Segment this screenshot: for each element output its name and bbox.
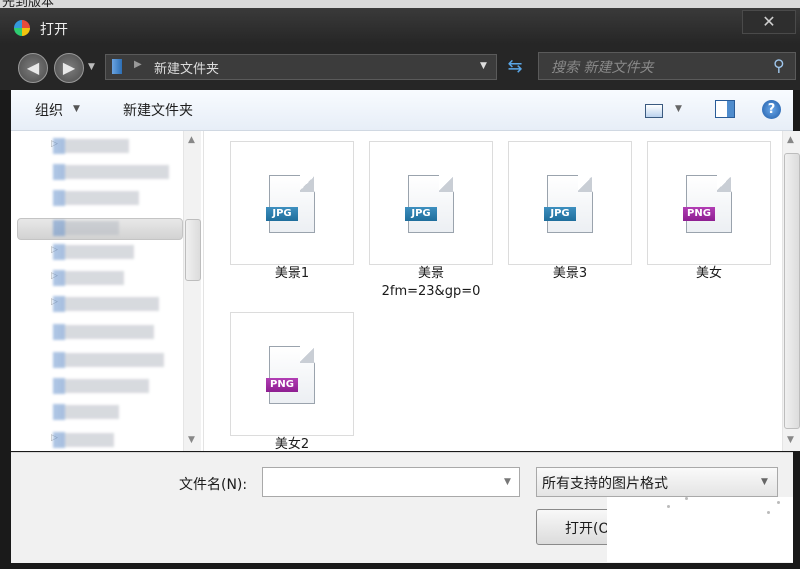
preview-pane-icon[interactable]	[715, 100, 735, 118]
view-icon[interactable]	[645, 104, 663, 118]
help-icon[interactable]: ?	[762, 100, 781, 119]
file-name[interactable]: 美景3	[502, 265, 638, 283]
filename-field[interactable]: ▼	[262, 467, 520, 497]
nav-pane-scrollbar[interactable]: ▲ ▼	[183, 131, 201, 451]
organize-button[interactable]: 组织	[35, 100, 63, 120]
navigation-pane[interactable]: ▷ ▷ ▷ ▷ ▷	[11, 131, 204, 451]
address-dropdown-icon[interactable]: ▼	[480, 61, 487, 71]
nav-tree-item[interactable]	[53, 220, 119, 236]
open-button-label: 打开(O	[565, 521, 610, 537]
nav-tree-item[interactable]	[53, 352, 164, 368]
file-name[interactable]: 美景 2fm=23&gp=0	[363, 265, 499, 301]
file-name[interactable]: 美女2	[224, 436, 360, 451]
nav-tree-item[interactable]	[53, 190, 139, 206]
address-path[interactable]: 新建文件夹	[154, 58, 219, 77]
command-toolbar: 组织 ▼ 新建文件夹 ▼ ?	[11, 90, 793, 131]
navigation-bar: ◀ ▶ ▼ ▶ 新建文件夹 ▼ ⇆ 搜索 新建文件夹 ⚲	[0, 44, 800, 90]
search-input[interactable]: 搜索 新建文件夹	[551, 57, 653, 77]
filetype-dropdown[interactable]: 所有支持的图片格式 ▼	[536, 467, 778, 497]
nav-tree-item[interactable]	[53, 244, 134, 260]
file-list-area[interactable]: JPG 美景1 JPG 美景 2fm=23&gp=0 JPG 美景3 PNG 美…	[204, 131, 782, 451]
nav-tree-item[interactable]	[53, 296, 159, 312]
scroll-down-icon[interactable]: ▼	[787, 435, 794, 445]
nav-tree-item[interactable]	[53, 404, 119, 420]
nav-tree-item[interactable]	[53, 432, 114, 448]
background-window-strip: 先到版本	[0, 0, 800, 8]
title-bar: 打开 ✕	[0, 8, 800, 44]
file-name[interactable]: 美景1	[224, 265, 360, 283]
view-options-chevron-icon[interactable]: ▼	[675, 104, 682, 114]
nav-tree-item[interactable]	[53, 270, 124, 286]
file-type-badge: PNG	[683, 207, 715, 221]
folder-icon	[112, 59, 122, 74]
filename-history-chevron-icon[interactable]: ▼	[504, 477, 511, 487]
search-icon[interactable]: ⚲	[773, 56, 785, 75]
file-type-badge: JPG	[266, 207, 298, 221]
refresh-icon[interactable]: ⇆	[500, 54, 530, 80]
nav-tree-item[interactable]	[53, 378, 149, 394]
window-title: 打开	[40, 22, 68, 38]
nav-tree-item[interactable]	[53, 138, 129, 154]
filename-label: 文件名(N):	[179, 477, 248, 493]
scroll-down-icon[interactable]: ▼	[188, 435, 195, 445]
file-type-badge: JPG	[405, 207, 437, 221]
chevron-down-icon[interactable]: ▼	[761, 477, 768, 487]
scrollbar-thumb[interactable]	[185, 219, 201, 281]
nav-tree-item[interactable]	[53, 164, 169, 180]
address-bar[interactable]: ▶ 新建文件夹 ▼	[105, 54, 497, 80]
file-type-badge: PNG	[266, 378, 298, 392]
file-name[interactable]: 美女	[641, 265, 777, 283]
back-button[interactable]: ◀	[18, 53, 48, 83]
app-icon	[14, 20, 30, 36]
file-list-scrollbar[interactable]: ▲ ▼	[782, 131, 800, 451]
chevron-down-icon[interactable]: ▼	[73, 104, 80, 114]
recent-locations-dropdown-icon[interactable]: ▼	[88, 62, 95, 72]
forward-button[interactable]: ▶	[54, 53, 84, 83]
file-type-badge: JPG	[544, 207, 576, 221]
watermark-overlay	[607, 497, 793, 562]
search-box[interactable]: 搜索 新建文件夹 ⚲	[538, 52, 796, 80]
scrollbar-thumb[interactable]	[784, 153, 800, 429]
scroll-up-icon[interactable]: ▲	[787, 135, 794, 145]
new-folder-button[interactable]: 新建文件夹	[123, 100, 193, 120]
scroll-up-icon[interactable]: ▲	[188, 135, 195, 145]
close-button[interactable]: ✕	[742, 10, 796, 34]
nav-tree-item[interactable]	[53, 324, 154, 340]
filename-input[interactable]	[266, 471, 498, 493]
filetype-selected[interactable]: 所有支持的图片格式	[542, 473, 668, 493]
breadcrumb-separator-icon[interactable]: ▶	[134, 59, 142, 70]
